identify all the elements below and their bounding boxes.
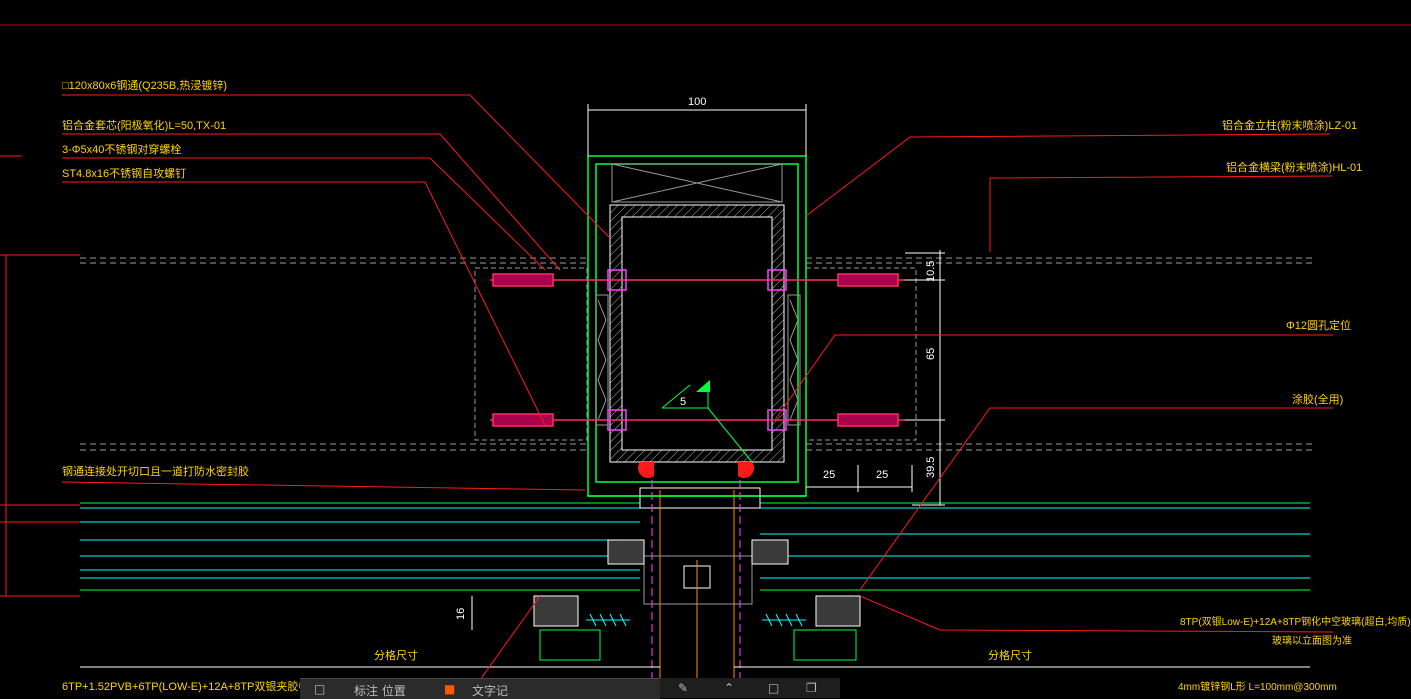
dim-25-a: 25 — [823, 469, 836, 481]
label-screw: ST4.8x16不锈钢自攻螺钉 — [62, 168, 187, 180]
box-icon[interactable]: □ — [768, 681, 779, 695]
toolbar-item-annotate[interactable]: 标注 位置 — [354, 682, 406, 699]
copy-icon[interactable]: ❐ — [806, 681, 817, 695]
label-sealant: 涂胶(全用) — [1292, 394, 1344, 406]
arrow-up-icon[interactable]: ⌃ — [724, 681, 734, 695]
label-glass-right-2: 玻璃以立面图为准 — [1272, 636, 1352, 647]
label-plate-bottom: 4mm镀锌钢L形 L=100mm@300mm — [1178, 682, 1337, 693]
glass-panels — [80, 502, 1310, 591]
label-alu-sleeve: 铝合金套芯(阳极氧化)L=50,TX-01 — [62, 120, 227, 132]
label-bolt: 3-Φ5x40不锈钢对穿螺栓 — [62, 144, 182, 156]
bottom-screws — [586, 613, 806, 627]
label-glass-right-1: 8TP(双银Low-E)+12A+8TP钢化中空玻璃(超白,均质) — [1180, 617, 1411, 628]
dim-grid-left: 分格尺寸 — [374, 650, 418, 662]
side-inserts — [595, 294, 801, 426]
bolts — [490, 269, 905, 431]
label-glass-left: 6TP+1.52PVB+6TP(LOW-E)+12A+8TP双银夹胶中空 — [62, 681, 321, 693]
label-cut-note: 钢通连接处开切口且一道打防水密封胶 — [62, 466, 249, 478]
center-axis — [659, 490, 735, 694]
label-transom: 铝合金横梁(粉末喷涂)HL-01 — [1226, 162, 1363, 174]
label-hole: Φ12圆孔定位 — [1286, 320, 1352, 332]
dim-10-5: 10.5 — [925, 260, 937, 282]
floating-toolbar-icons[interactable]: ✎ ⌃ □ ❐ — [660, 678, 840, 698]
dim-top-width: 100 — [688, 96, 707, 108]
dim-39-5: 39.5 — [925, 456, 937, 478]
axis-lines — [651, 480, 741, 694]
toolbar-item-text[interactable]: 文字记 — [472, 682, 508, 699]
pen-icon[interactable]: ✎ — [678, 681, 688, 695]
steel-tube — [609, 204, 785, 463]
transom-dashed-lines — [80, 257, 1312, 451]
dim-65: 65 — [925, 347, 937, 360]
dim-lines — [80, 104, 1310, 668]
dim-16: 16 — [455, 607, 467, 620]
dim-25-b: 25 — [876, 469, 889, 481]
sealant-dots — [637, 462, 755, 479]
label-steel-tube: □120x80x6钢通(Q235B,热浸镀锌) — [62, 80, 227, 92]
dim-grid-right: 分格尺寸 — [988, 650, 1032, 662]
floating-toolbar[interactable]: □ 标注 位置 ■ 文字记 — [300, 678, 660, 699]
sleeve-top — [611, 163, 783, 203]
label-mullion: 铝合金立柱(粉末喷涂)LZ-01 — [1222, 120, 1358, 132]
dim-weld-5: 5 — [680, 396, 687, 408]
